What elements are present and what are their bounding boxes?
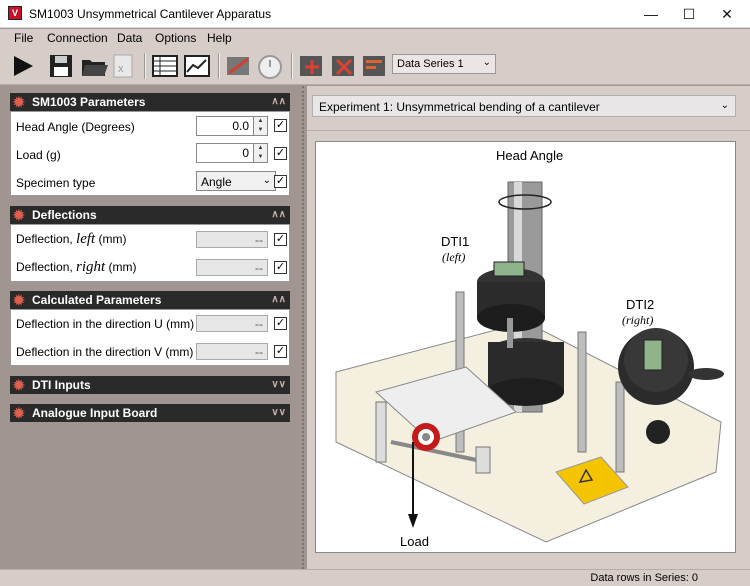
calculated-body: Deflection in the direction U (mm) -- ✓ … <box>10 309 290 366</box>
toolbar-separator <box>291 53 293 79</box>
deflections-body: Deflection, left (mm) -- ✓ Deflection, r… <box>10 224 290 282</box>
load-label: Load (g) <box>16 148 61 162</box>
menu-file[interactable]: File <box>14 31 33 45</box>
menu-help[interactable]: Help <box>207 31 232 45</box>
calculated-header[interactable]: ✹ Calculated Parameters ∧∧ <box>10 291 290 309</box>
menu-options[interactable]: Options <box>155 31 196 45</box>
menu-connection[interactable]: Connection <box>47 31 108 45</box>
collapse-icon[interactable]: ∧∧ <box>271 93 286 111</box>
chevron-down-icon: ⌄ <box>720 100 729 111</box>
gear-icon: ✹ <box>13 292 25 308</box>
export-excel-icon[interactable]: x <box>108 51 138 81</box>
deflections-header[interactable]: ✹ Deflections ∧∧ <box>10 206 290 224</box>
series-properties-icon[interactable] <box>360 51 390 81</box>
dti1-side-caption: (left) <box>442 250 466 264</box>
data-series-value: Data Series 1 <box>397 58 464 70</box>
deflection-right-prefix: Deflection, <box>16 260 77 274</box>
deflection-u-checkbox[interactable]: ✓ <box>274 317 287 330</box>
collapse-icon[interactable]: ∧∧ <box>271 206 286 224</box>
data-series-select[interactable]: Data Series 1 ⌄ <box>392 54 496 74</box>
dti-inputs-title: DTI Inputs <box>32 378 91 392</box>
toolbar-separator <box>144 53 146 79</box>
deflection-right-checkbox[interactable]: ✓ <box>274 261 287 274</box>
deflection-right-value: -- <box>196 259 268 276</box>
analogue-board-header[interactable]: ✹ Analogue Input Board ∨∨ <box>10 404 290 422</box>
deflection-u-label: Deflection in the direction U (mm) <box>16 317 195 331</box>
app-icon: V <box>8 6 22 20</box>
head-angle-caption: Head Angle <box>496 148 564 163</box>
head-angle-stepper[interactable]: ▲ ▼ <box>254 116 268 136</box>
deflection-left-checkbox[interactable]: ✓ <box>274 233 287 246</box>
apparatus-illustration <box>335 181 724 543</box>
data-rows-status: Data rows in Series: 0 <box>590 572 698 584</box>
gear-icon: ✹ <box>13 377 25 393</box>
run-icon[interactable] <box>8 51 38 81</box>
status-bar: Data rows in Series: 0 <box>0 569 750 586</box>
add-series-icon[interactable] <box>297 51 327 81</box>
deflection-left-label: Deflection, left (mm) <box>16 231 127 248</box>
deflection-right-word: right <box>76 259 106 275</box>
deflection-left-value: -- <box>196 231 268 248</box>
table-view-icon[interactable] <box>150 51 180 81</box>
deflection-u-value: -- <box>196 315 268 332</box>
timer-icon[interactable] <box>255 51 285 81</box>
parameters-header[interactable]: ✹ SM1003 Parameters ∧∧ <box>10 93 290 111</box>
deflection-right-unit: (mm) <box>105 260 137 274</box>
deflection-v-checkbox[interactable]: ✓ <box>274 345 287 358</box>
parameters-title: SM1003 Parameters <box>32 95 146 109</box>
menu-data[interactable]: Data <box>117 31 142 45</box>
title-bar: V SM1003 Unsymmetrical Cantilever Appara… <box>0 0 750 28</box>
specimen-type-checkbox[interactable]: ✓ <box>274 175 287 188</box>
specimen-type-select[interactable]: Angle ⌄ <box>196 171 276 191</box>
svg-text:x: x <box>118 63 124 75</box>
save-icon[interactable] <box>46 51 76 81</box>
experiment-value: Experiment 1: Unsymmetrical bending of a… <box>319 100 600 114</box>
dti2-side-caption: (right) <box>622 313 654 327</box>
load-input[interactable]: 0 <box>196 143 254 163</box>
dti1-caption: DTI1 <box>441 234 470 249</box>
close-button[interactable]: ✕ <box>704 0 750 28</box>
splitter-grip <box>302 86 304 569</box>
dti-inputs-header[interactable]: ✹ DTI Inputs ∨∨ <box>10 376 290 394</box>
head-angle-label: Head Angle (Degrees) <box>16 120 135 134</box>
deflection-v-label: Deflection in the direction V (mm) <box>16 345 194 359</box>
deflections-title: Deflections <box>32 208 97 222</box>
calibrate-icon[interactable] <box>224 51 254 81</box>
chevron-down-icon: ⌄ <box>482 57 491 68</box>
specimen-type-label: Specimen type <box>16 176 96 190</box>
load-checkbox[interactable]: ✓ <box>274 147 287 160</box>
gear-icon: ✹ <box>13 405 25 421</box>
analogue-board-title: Analogue Input Board <box>32 406 158 420</box>
gear-icon: ✹ <box>13 94 25 110</box>
gear-icon: ✹ <box>13 207 25 223</box>
head-angle-checkbox[interactable]: ✓ <box>274 119 287 132</box>
expand-icon[interactable]: ∨∨ <box>271 376 286 394</box>
collapse-icon[interactable]: ∧∧ <box>271 291 286 309</box>
deflection-right-label: Deflection, right (mm) <box>16 259 137 276</box>
dti2-caption: DTI2 <box>626 297 655 312</box>
load-stepper[interactable]: ▲ ▼ <box>254 143 268 163</box>
specimen-type-value: Angle <box>201 175 232 189</box>
deflection-v-value: -- <box>196 343 268 360</box>
deflection-left-prefix: Deflection, <box>16 232 77 246</box>
expand-icon[interactable]: ∨∨ <box>271 404 286 422</box>
calculated-title: Calculated Parameters <box>32 293 162 307</box>
delete-series-icon[interactable] <box>329 51 359 81</box>
divider <box>307 130 750 131</box>
load-caption: Load <box>400 534 429 549</box>
toolbar: x <box>0 47 750 85</box>
chevron-down-icon: ⌄ <box>262 175 271 186</box>
deflection-left-word: left <box>76 231 96 247</box>
head-angle-input[interactable]: 0.0 <box>196 116 254 136</box>
parameters-body: Head Angle (Degrees) 0.0 ▲ ▼ ✓ Load (g) 0… <box>10 111 290 196</box>
apparatus-diagram: Head Angle DTI1 (left) DTI2 (right) Load <box>315 141 736 553</box>
deflection-left-unit: (mm) <box>95 232 127 246</box>
window-title: SM1003 Unsymmetrical Cantilever Apparatu… <box>29 7 272 21</box>
menu-bar: File Connection Data Options Help <box>0 29 750 47</box>
toolbar-separator <box>218 53 220 79</box>
graph-view-icon[interactable] <box>182 51 212 81</box>
open-folder-icon[interactable] <box>79 51 109 81</box>
experiment-select[interactable]: Experiment 1: Unsymmetrical bending of a… <box>312 95 736 117</box>
